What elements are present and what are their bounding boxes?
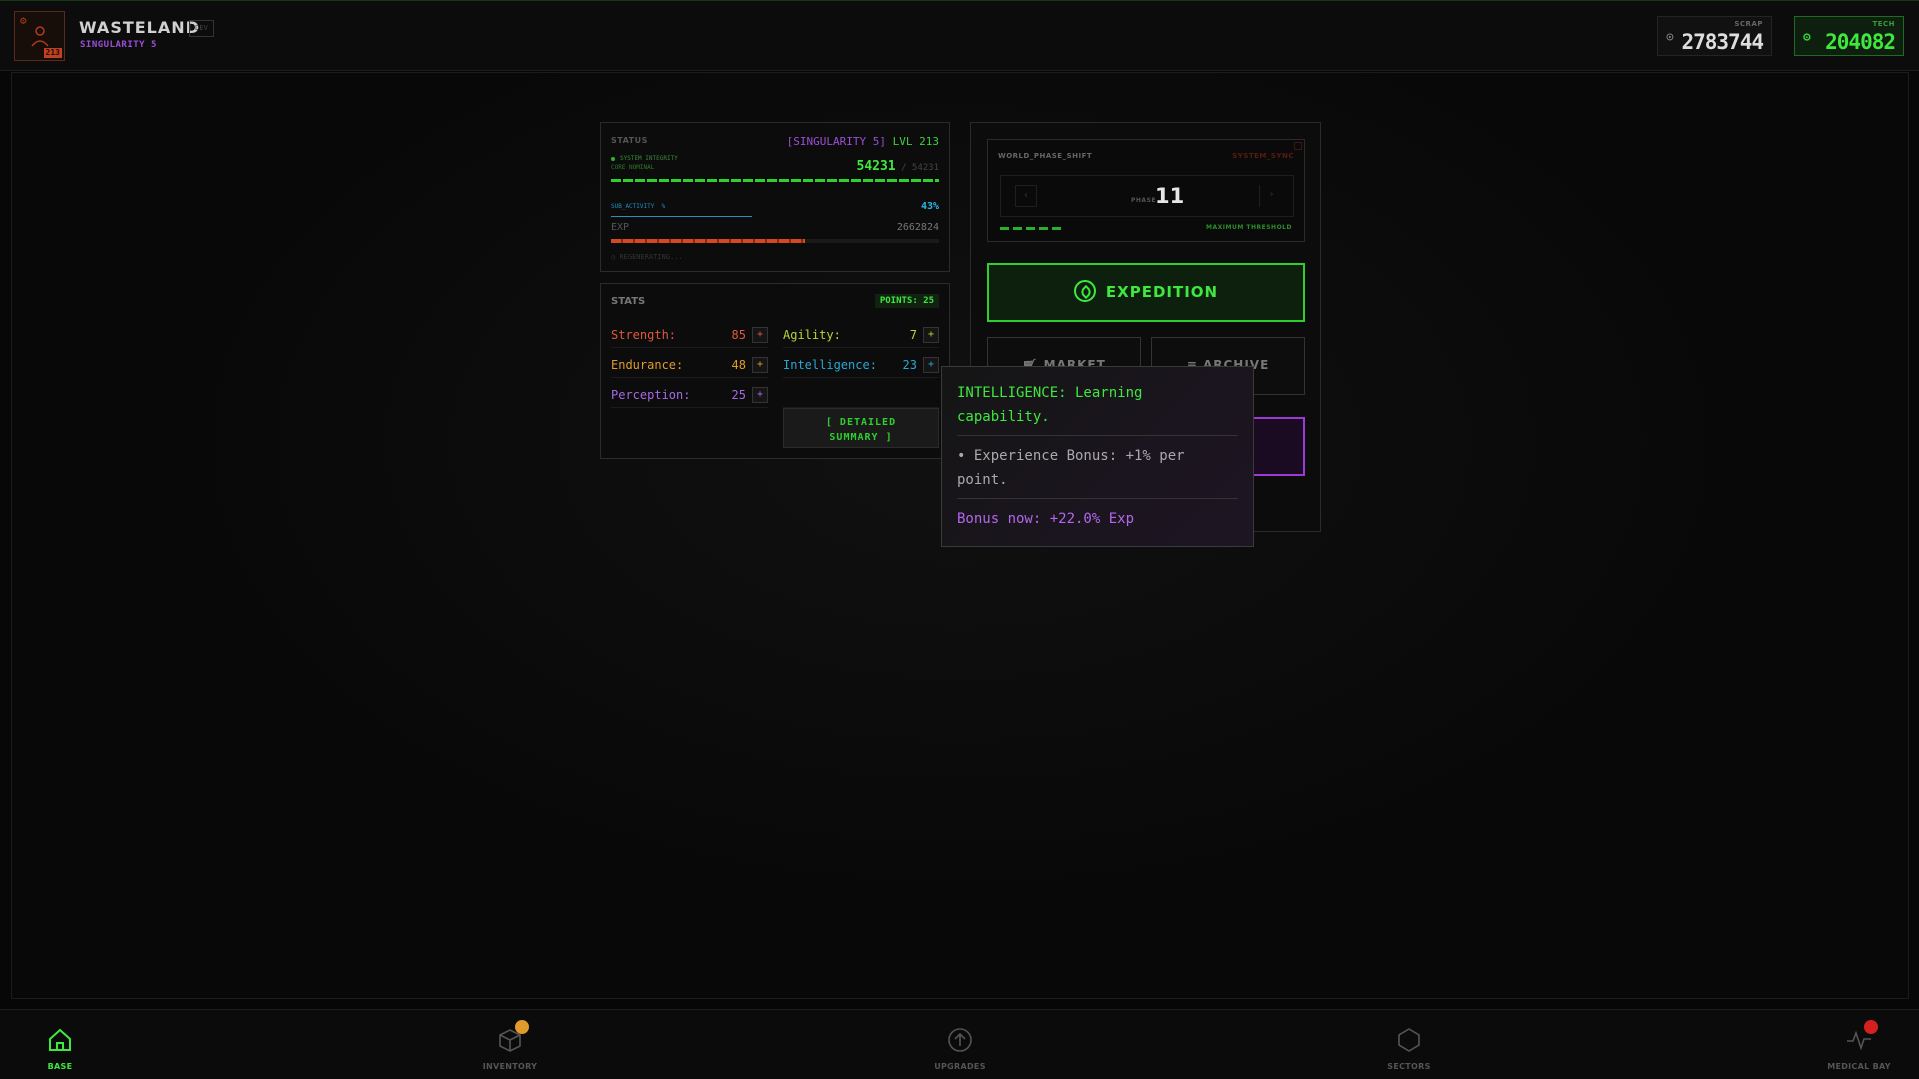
tooltip-divider (957, 498, 1238, 499)
scrap-icon: ⊙ (1666, 30, 1674, 45)
tech-counter: ⚙ TECH 204082 (1794, 16, 1904, 56)
bottom-nav: BASE INVENTORY UPGRADES SECTORS MEDICAL … (0, 1009, 1919, 1079)
exp-bar-fill (611, 239, 805, 243)
nav-base-label: BASE (47, 1062, 73, 1071)
home-icon (49, 1028, 71, 1051)
hp-bar (611, 179, 939, 182)
tooltip-bonus: Bonus now: +22.0% Exp (957, 511, 1135, 527)
sub-activity-value: 43% (920, 201, 939, 212)
hp-current: 54231 (856, 159, 896, 174)
tooltip-body: • Experience Bonus: +1% per point. (957, 448, 1185, 488)
world-phase-title: WORLD_PHASE_SHIFT (998, 152, 1093, 160)
compass-icon (1073, 280, 1096, 302)
agility-value: 7 (909, 328, 917, 342)
expedition-label: EXPEDITION (1105, 283, 1219, 301)
endurance-label: Endurance: (611, 358, 684, 372)
integrity-label: SYSTEM INTEGRITY (620, 155, 678, 162)
strength-plus-button[interactable]: + (752, 327, 768, 343)
singularity-subtitle: SINGULARITY 5 (80, 40, 157, 50)
nav-upgrades-label: UPGRADES (934, 1062, 986, 1071)
perception-value: 25 (731, 388, 746, 402)
perception-label: Perception: (611, 388, 691, 402)
nav-sectors[interactable]: SECTORS (1349, 1010, 1469, 1079)
sub-activity-label: SUB_ACTIVITY % (611, 203, 666, 210)
stat-row-strength: Strength: 85 + (611, 324, 768, 348)
singularity-tag: [SINGULARITY 5] (786, 135, 887, 148)
tech-value: 204082 (1825, 30, 1896, 54)
nav-upgrades[interactable]: UPGRADES (900, 1010, 1020, 1079)
status-title: STATUS (611, 136, 648, 145)
integrity-indicator-dot (611, 157, 615, 161)
phase-next-button[interactable]: › (1259, 185, 1283, 207)
avatar-level-badge: 213 (43, 48, 62, 58)
nav-sectors-label: SECTORS (1387, 1062, 1431, 1071)
hexagon-icon (1398, 1028, 1420, 1052)
exp-bar (611, 239, 939, 243)
phase-label: PHASE (1131, 197, 1156, 204)
stats-panel: STATS POINTS: 25 Strength: 85 + Enduranc… (600, 283, 950, 459)
strength-label: Strength: (611, 328, 677, 342)
strength-value: 85 (731, 328, 746, 342)
world-phase-box: WORLD_PHASE_SHIFT SYSTEM_SYNC ‹ PHASE 11… (987, 139, 1305, 242)
integrity-sublabel: CORE NOMINAL (611, 164, 655, 171)
chip-icon: ⚙ (1803, 30, 1811, 45)
stat-row-agility: Agility: 7 + (783, 324, 939, 348)
nav-inventory-label: INVENTORY (482, 1062, 538, 1071)
intelligence-label: Intelligence: (783, 358, 877, 372)
exp-label: EXP (611, 222, 630, 233)
perception-plus-button[interactable]: + (752, 387, 768, 403)
endurance-plus-button[interactable]: + (752, 357, 768, 373)
scrap-label: SCRAP (1734, 20, 1763, 28)
phase-value: 11 (1155, 184, 1185, 208)
nav-medical-label: MEDICAL BAY (1827, 1062, 1891, 1071)
stat-row-intelligence: Intelligence: 23 + (783, 354, 939, 378)
phase-progress-dashes (1000, 227, 1061, 230)
player-avatar[interactable]: ⚙ 213 (14, 11, 65, 61)
hp-readout: 54231 / 54231 (857, 159, 940, 174)
sub-activity-bar (611, 216, 752, 217)
detailed-summary-line1: [ DETAILED (825, 417, 897, 428)
intelligence-tooltip: INTELLIGENCE: Learning capability. • Exp… (941, 366, 1254, 547)
stats-title: STATS (611, 296, 646, 307)
phase-selector: ‹ PHASE 11 › (1000, 175, 1294, 217)
dev-tag: DEV (189, 20, 214, 37)
max-threshold-label: MAXIMUM THRESHOLD (1206, 224, 1292, 231)
nav-medical-bay[interactable]: MEDICAL BAY (1799, 1010, 1919, 1079)
intelligence-plus-button[interactable]: + (923, 357, 939, 373)
level-text: LVL 213 (892, 135, 939, 148)
scrap-value: 2783744 (1681, 30, 1764, 54)
medical-alert-dot (1864, 1020, 1878, 1034)
scrap-counter: ⊙ SCRAP 2783744 (1657, 16, 1772, 56)
corner-marker (1294, 142, 1302, 150)
endurance-value: 48 (731, 358, 746, 372)
detailed-summary-line2: SUMMARY ] (829, 432, 893, 443)
inventory-notification-dot (515, 1020, 529, 1034)
exp-value: 2662824 (896, 222, 939, 233)
nav-inventory[interactable]: INVENTORY (450, 1010, 570, 1079)
system-sync-label: SYSTEM_SYNC (1232, 152, 1294, 160)
arrow-up-circle-icon (948, 1028, 972, 1052)
tooltip-divider (957, 435, 1238, 436)
tooltip-title: INTELLIGENCE: Learning capability. (957, 385, 1143, 425)
level-indicator: [SINGULARITY 5] LVL 213 (787, 135, 939, 148)
top-bar: ⚙ 213 WASTELAND DEV SINGULARITY 5 ⊙ SCRA… (0, 0, 1919, 71)
gear-icon: ⚙ (20, 14, 27, 27)
intelligence-value: 23 (902, 358, 917, 372)
detailed-summary-button[interactable]: [ DETAILED SUMMARY ] (783, 408, 939, 448)
agility-plus-button[interactable]: + (923, 327, 939, 343)
agility-label: Agility: (783, 328, 841, 342)
hp-max: / 54231 (901, 163, 939, 173)
tech-label: TECH (1872, 20, 1895, 28)
user-icon (31, 26, 49, 47)
regen-status: ◷ REGENERATING... (611, 253, 683, 261)
expedition-button[interactable]: EXPEDITION (987, 263, 1305, 322)
phase-prev-button[interactable]: ‹ (1015, 185, 1037, 207)
stat-row-perception: Perception: 25 + (611, 384, 768, 408)
game-title: WASTELAND (79, 18, 200, 37)
nav-base[interactable]: BASE (0, 1010, 120, 1079)
stat-row-empty (783, 384, 939, 408)
status-panel: STATUS [SINGULARITY 5] LVL 213 SYSTEM IN… (600, 122, 950, 272)
points-badge: POINTS: 25 (874, 294, 939, 308)
stat-row-endurance: Endurance: 48 + (611, 354, 768, 378)
